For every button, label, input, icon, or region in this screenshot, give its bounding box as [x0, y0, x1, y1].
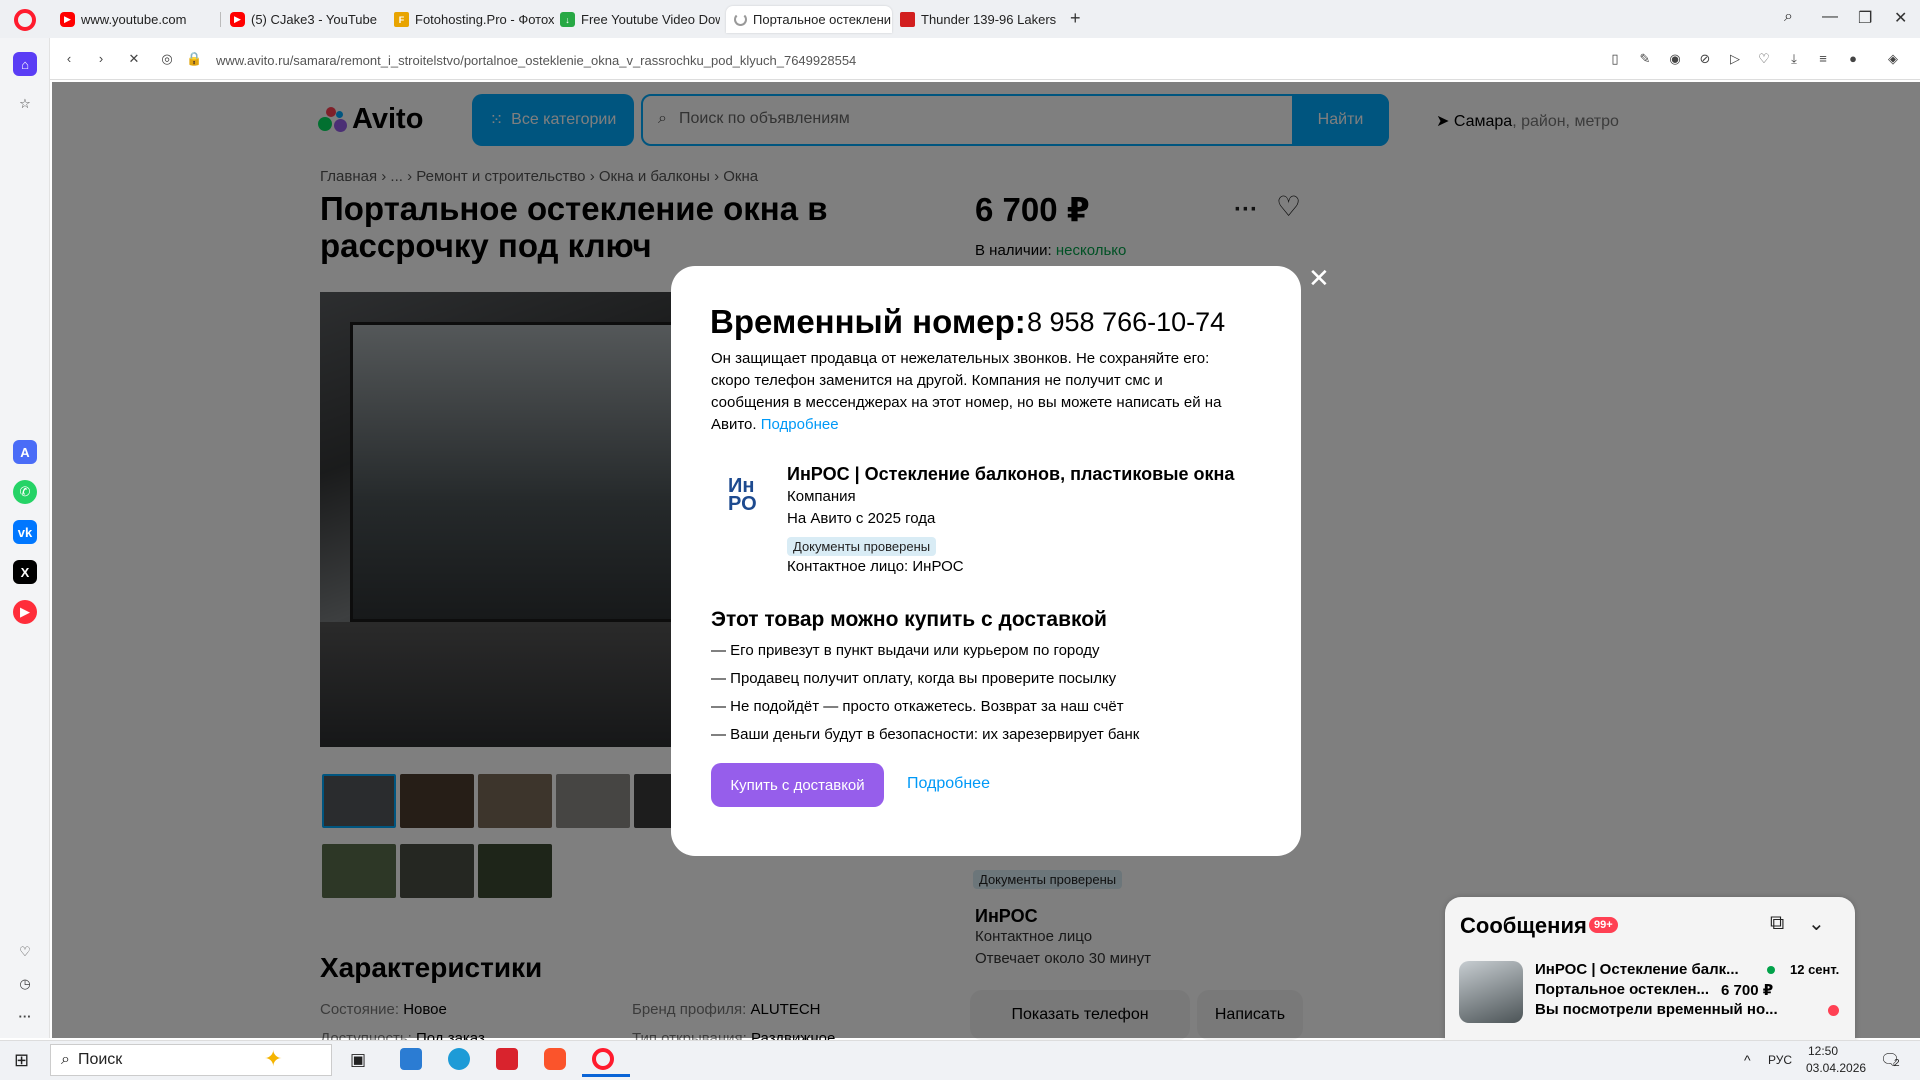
- company-type: Компания: [787, 488, 856, 505]
- tab-youtube[interactable]: ▶ www.youtube.com: [52, 6, 222, 33]
- outlook-icon[interactable]: [400, 1048, 422, 1070]
- buy-with-delivery-button[interactable]: Купить с доставкой: [711, 763, 884, 807]
- chevron-down-icon[interactable]: ⌄: [1808, 911, 1825, 936]
- temporary-phone-number[interactable]: 8 958 766-10-74: [1027, 307, 1225, 338]
- download-icon[interactable]: ⤓: [1787, 52, 1801, 66]
- search-tabs-icon[interactable]: ⌕: [1784, 8, 1793, 26]
- favorites-icon[interactable]: ♡: [13, 940, 37, 964]
- clock-date[interactable]: 03.04.2026: [1806, 1061, 1866, 1075]
- company-since: На Авито с 2025 года: [787, 510, 936, 527]
- chat-item-date: 12 сент.: [1790, 962, 1840, 977]
- camera-icon[interactable]: ◉: [1668, 52, 1682, 66]
- fotohosting-icon: F: [394, 12, 409, 27]
- loading-icon: [734, 13, 747, 26]
- task-view-icon[interactable]: ▣: [350, 1050, 366, 1070]
- search-icon: ⌕: [61, 1051, 70, 1068]
- new-tab-icon[interactable]: +: [1070, 8, 1081, 29]
- opera-logo-icon[interactable]: [14, 9, 36, 31]
- edit-icon[interactable]: ✎: [1638, 52, 1652, 66]
- delivery-item: — Его привезут в пункт выдачи или курьер…: [711, 642, 1100, 659]
- tab-cjake3[interactable]: ▶ (5) CJake3 - YouTube: [222, 6, 390, 33]
- play-icon[interactable]: ▷: [1728, 52, 1742, 66]
- notifications-count: 2: [1894, 1058, 1900, 1069]
- youtube-icon: ▶: [60, 12, 75, 27]
- company-name[interactable]: ИнРОС | Остекление балконов, пластиковые…: [787, 464, 1234, 485]
- minimize-icon[interactable]: —: [1822, 8, 1838, 26]
- delivery-item: — Ваши деньги будут в безопасности: их з…: [711, 726, 1140, 743]
- tab-youtube-downloader[interactable]: ↓ Free Youtube Video Dow: [552, 6, 720, 33]
- restore-icon[interactable]: ❐: [1858, 8, 1872, 28]
- back-icon[interactable]: ‹: [62, 52, 76, 66]
- close-icon[interactable]: ✕: [1308, 263, 1330, 294]
- unread-dot-icon: [1828, 1005, 1839, 1016]
- music-icon[interactable]: ▶: [13, 600, 37, 624]
- reader-icon[interactable]: ▯: [1608, 52, 1622, 66]
- edge-icon[interactable]: [448, 1048, 470, 1070]
- chat-item-title[interactable]: ИнРОС | Остекление балк...: [1535, 961, 1739, 978]
- location-icon[interactable]: ◎: [160, 52, 174, 66]
- sparkle-icon: ✦: [264, 1046, 283, 1071]
- brave-icon[interactable]: [544, 1048, 566, 1070]
- messages-title: Сообщения: [1460, 913, 1587, 938]
- modal-description: Он защищает продавца от нежелательных зв…: [711, 350, 1222, 433]
- vivaldi-icon[interactable]: [496, 1048, 518, 1070]
- language-indicator[interactable]: РУС: [1768, 1053, 1792, 1067]
- stop-loading-icon[interactable]: ✕: [127, 52, 141, 66]
- company-contact: Контактное лицо: ИнРОС: [787, 558, 964, 575]
- app-icon[interactable]: A: [13, 440, 37, 464]
- history-icon[interactable]: ◷: [13, 972, 37, 996]
- heart-icon[interactable]: ♡: [1757, 52, 1771, 66]
- whatsapp-icon[interactable]: ✆: [13, 480, 37, 504]
- youtube-icon: ▶: [230, 12, 245, 27]
- tray-chevron-icon[interactable]: ^: [1744, 1052, 1751, 1068]
- tab-fotohosting[interactable]: F Fotohosting.Pro - Фотохо: [386, 6, 554, 33]
- download-icon: ↓: [560, 12, 575, 27]
- chat-item-price: 6 700 ₽: [1721, 982, 1774, 999]
- taskbar-search[interactable]: ⌕ Поиск: [50, 1044, 332, 1076]
- tab-separator: [220, 12, 221, 27]
- nba-icon: [900, 12, 915, 27]
- lock-icon: 🔒: [186, 51, 203, 66]
- open-external-icon[interactable]: ⧉: [1770, 912, 1784, 935]
- docs-verified-badge: Документы проверены: [787, 537, 937, 556]
- vk-icon[interactable]: vk: [13, 520, 37, 544]
- menu-icon[interactable]: ≡: [1816, 52, 1830, 66]
- url-field[interactable]: www.avito.ru/samara/remont_i_stroitelstv…: [216, 53, 856, 68]
- clock-time[interactable]: 12:50: [1808, 1044, 1838, 1058]
- tab-nba[interactable]: Thunder 139-96 Lakers (A: [892, 6, 1060, 33]
- more-details-link[interactable]: Подробнее: [907, 775, 990, 793]
- close-window-icon[interactable]: ✕: [1894, 8, 1907, 28]
- chat-item-subject: Портальное остеклен...: [1535, 981, 1710, 998]
- chat-item-preview: Вы посмотрели временный но...: [1535, 1001, 1778, 1018]
- chat-avatar: [1459, 961, 1523, 1023]
- windows-start-icon[interactable]: ⊞: [14, 1050, 29, 1071]
- profile-icon[interactable]: ●: [1846, 52, 1860, 66]
- active-app-indicator: [582, 1074, 630, 1077]
- pin-icon[interactable]: ☆: [13, 92, 37, 116]
- details-link[interactable]: Подробнее: [761, 416, 839, 433]
- modal-title: Временный номер:: [710, 303, 1026, 340]
- more-icon[interactable]: ···: [13, 1004, 37, 1028]
- messages-count-badge: 99+: [1589, 917, 1618, 933]
- online-dot-icon: [1767, 966, 1775, 974]
- delivery-item: — Продавец получит оплату, когда вы пров…: [711, 670, 1117, 687]
- home-icon[interactable]: ⌂: [13, 52, 37, 76]
- delivery-item: — Не подойдёт — просто откажетесь. Возвр…: [711, 698, 1124, 715]
- delivery-title: Этот товар можно купить с доставкой: [711, 608, 1107, 631]
- x-icon[interactable]: X: [13, 560, 37, 584]
- adblock-icon[interactable]: ⊘: [1698, 52, 1712, 66]
- company-logo: Ин РО: [728, 475, 757, 515]
- extensions-icon[interactable]: ◈: [1886, 52, 1900, 66]
- tab-avito-active[interactable]: Портальное остеклени: [726, 6, 892, 33]
- forward-icon[interactable]: ›: [94, 52, 108, 66]
- opera-taskbar-icon[interactable]: [592, 1048, 614, 1070]
